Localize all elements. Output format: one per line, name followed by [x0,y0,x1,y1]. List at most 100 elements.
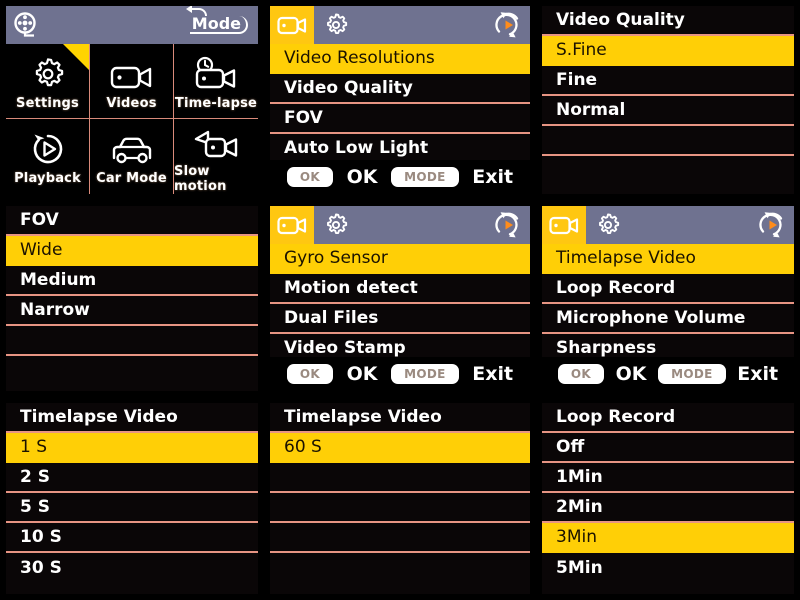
menu-item[interactable]: Microphone Volume [542,304,794,334]
video-menu-1-buttonbar: OK OK MODE Exit [270,160,530,194]
timelapse-page1-list: Timelapse Video 1 S 2 S 5 S 10 S 30 S [6,403,258,594]
option-item-empty [270,523,530,553]
ok-action-label: OK [615,363,647,385]
menu-item[interactable]: Video Quality [270,74,530,104]
option-item[interactable]: 5Min [542,553,794,583]
panel-video-menu-3: Timelapse Video Loop Record Microphone V… [536,200,800,397]
option-item[interactable]: Normal [542,96,794,126]
video-menu-3-tabbar [542,206,794,244]
tab-settings[interactable] [314,206,358,244]
panel-video-menu-1: Video Resolutions Video Quality FOV Auto… [264,0,536,200]
mode-key-button[interactable]: MODE [391,167,459,187]
option-item[interactable]: 5 S [6,493,258,523]
fov-list: FOV Wide Medium Narrow [6,206,258,391]
tab-settings[interactable] [586,206,630,244]
option-item[interactable]: 2Min [542,493,794,523]
option-item[interactable]: 1Min [542,463,794,493]
option-item[interactable]: 10 S [6,523,258,553]
option-item-empty [270,463,530,493]
ok-key-button[interactable]: OK [286,364,333,384]
main-menu-grid: Settings Videos Time-lapse Playback Car … [6,44,258,194]
video-menu-3-buttonbar: OK OK MODE Exit [542,357,794,391]
menu-item[interactable]: Video Resolutions [270,44,530,74]
panel-fov: FOV Wide Medium Narrow [0,200,264,397]
menu-cell-time-lapse[interactable]: Time-lapse [174,44,258,119]
video-quality-list: Video Quality S.Fine Fine Normal [542,6,794,194]
mode-key-button[interactable]: MODE [658,364,726,384]
playback-icon [30,127,66,167]
option-item[interactable]: 30 S [6,553,258,583]
option-item-empty [542,126,794,156]
exit-action-label: Exit [472,166,514,188]
loop-record-icon[interactable] [486,206,530,244]
loop-record-icon[interactable] [750,206,794,244]
panel-timelapse-page-2: Timelapse Video 60 S [264,397,536,600]
exit-action-label: Exit [737,363,779,385]
menu-cell-videos[interactable]: Videos [90,44,174,119]
option-item[interactable]: Medium [6,266,258,296]
option-item-empty [6,356,258,386]
panel-main-menu: Mode Settings Videos Time-lapse Playback… [0,0,264,200]
exit-action-label: Exit [472,363,514,385]
panel-video-menu-2: Gyro Sensor Motion detect Dual Files Vid… [264,200,536,397]
option-item[interactable]: 2 S [6,463,258,493]
video-menu-2-buttonbar: OK OK MODE Exit [270,357,530,391]
film-reel-icon [12,12,42,38]
option-item[interactable]: Narrow [6,296,258,326]
timelapse-camera-icon [193,52,239,92]
mode-button[interactable]: Mode [185,6,252,34]
loop-record-list: Loop Record Off 1Min 2Min 3Min 5Min [542,403,794,594]
tab-video[interactable] [270,206,314,244]
option-item[interactable]: 1 S [6,433,258,463]
option-item-empty [270,493,530,523]
menu-item[interactable]: Timelapse Video [542,244,794,274]
tab-video[interactable] [542,206,586,244]
ok-key-button[interactable]: OK [557,364,604,384]
main-menu-statusbar: Mode [6,6,258,44]
screenshot-grid: Mode Settings Videos Time-lapse Playback… [0,0,800,600]
mode-key-button[interactable]: MODE [391,364,459,384]
panel-timelapse-page-1: Timelapse Video 1 S 2 S 5 S 10 S 30 S [0,397,264,600]
panel-loop-record: Loop Record Off 1Min 2Min 3Min 5Min [536,397,800,600]
option-item[interactable]: Wide [6,236,258,266]
menu-item[interactable]: Dual Files [270,304,530,334]
tab-settings[interactable] [314,6,358,44]
menu-item[interactable]: FOV [270,104,530,134]
menu-cell-playback[interactable]: Playback [6,119,90,194]
option-item[interactable]: 3Min [542,523,794,553]
tab-video[interactable] [270,6,314,44]
option-item[interactable]: S.Fine [542,36,794,66]
menu-cell-label: Slow motion [174,163,227,194]
menu-item[interactable]: Loop Record [542,274,794,304]
menu-cell-settings[interactable]: Settings [6,44,90,119]
gear-icon [30,52,66,92]
menu-item[interactable]: Motion detect [270,274,530,304]
ok-action-label: OK [346,166,378,188]
option-item[interactable]: Fine [542,66,794,96]
option-item-empty [6,326,258,356]
slow-motion-icon [193,120,239,160]
menu-cell-label: Videos [106,95,157,111]
video-menu-1-tabbar [270,6,530,44]
loop-record-icon[interactable] [486,6,530,44]
option-item-empty [542,156,794,186]
selection-corner-marker [63,44,89,70]
mode-label-text: Mode [191,14,241,33]
video-menu-2-tabbar [270,206,530,244]
list-title: Timelapse Video [6,403,258,433]
option-item[interactable]: Off [542,433,794,463]
menu-item[interactable]: Gyro Sensor [270,244,530,274]
menu-cell-label: Time-lapse [174,95,258,111]
video-menu-3-list: Timelapse Video Loop Record Microphone V… [542,244,794,391]
menu-cell-slow-motion[interactable]: Slow motion [174,119,258,194]
list-title: FOV [6,206,258,236]
video-menu-1-list: Video Resolutions Video Quality FOV Auto… [270,44,530,194]
ok-key-button[interactable]: OK [286,167,333,187]
car-icon [109,127,155,167]
list-title: Loop Record [542,403,794,433]
video-camera-icon [110,52,154,92]
ok-action-label: OK [346,363,378,385]
video-menu-2-list: Gyro Sensor Motion detect Dual Files Vid… [270,244,530,391]
option-item[interactable]: 60 S [270,433,530,463]
menu-cell-car-mode[interactable]: Car Mode [90,119,174,194]
